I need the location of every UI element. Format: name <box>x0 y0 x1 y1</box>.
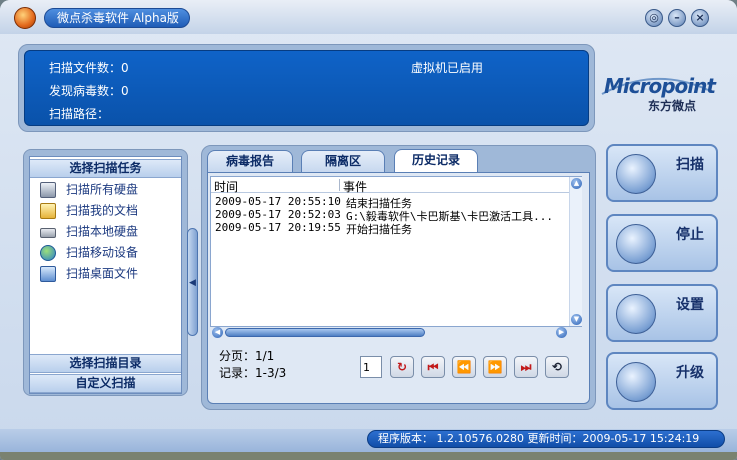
vertical-scrollbar[interactable]: ▲ ▼ <box>569 177 582 326</box>
task-scan-my-documents[interactable]: 扫描我的文档 <box>40 200 138 220</box>
column-header-event[interactable]: 事件 <box>343 178 367 195</box>
stop-button-label: 停止 <box>676 227 704 243</box>
tab-history[interactable]: 历史记录 <box>394 149 478 173</box>
magnifier-icon <box>616 154 656 194</box>
task-section-header[interactable]: 选择扫描任务 <box>30 159 181 178</box>
dir-section-header[interactable]: 选择扫描目录 <box>30 354 181 373</box>
first-page-icon[interactable]: ⏮ <box>421 356 445 378</box>
prev-page-icon[interactable]: ⏪ <box>452 356 476 378</box>
history-list-header: 时间 事件 <box>211 177 569 195</box>
gear-icon <box>616 294 656 334</box>
scroll-down-icon[interactable]: ▼ <box>571 314 582 325</box>
page-indicator: 分页：1/1 <box>219 349 275 363</box>
stop-icon <box>616 224 656 264</box>
vm-status: 虚拟机已启用 <box>411 61 484 75</box>
close-icon[interactable]: × <box>691 9 709 27</box>
settings-button-label: 设置 <box>676 297 704 313</box>
status-header: 扫描文件数：0 发现病毒数：0 扫描路径： 虚拟机已启用 <box>24 50 589 126</box>
desktop-icon <box>40 265 56 282</box>
app-logo-icon[interactable] <box>14 7 36 29</box>
task-panel: 选择扫描任务 扫描所有硬盘 扫描我的文档 扫描本地硬盘 扫描移动设备 扫描桌面文… <box>29 156 182 394</box>
minimize-icon[interactable]: – <box>668 9 686 27</box>
page-number-input[interactable] <box>360 356 382 378</box>
scanned-files-count: 扫描文件数：0 <box>49 61 129 75</box>
scroll-up-icon[interactable]: ▲ <box>571 178 582 189</box>
column-header-time[interactable]: 时间 <box>214 178 238 195</box>
stop-button[interactable]: 停止 <box>606 214 718 272</box>
panel-collapse-handle[interactable]: ◀ <box>187 228 198 336</box>
settings-button[interactable]: 设置 <box>606 284 718 342</box>
task-scan-local-disk[interactable]: 扫描本地硬盘 <box>40 221 138 241</box>
logo-subtext: 东方微点 <box>648 99 697 113</box>
task-scan-all-disks[interactable]: 扫描所有硬盘 <box>40 179 138 199</box>
tab-virus-report[interactable]: 病毒报告 <box>207 150 293 172</box>
reset-icon[interactable]: ⟲ <box>545 356 569 378</box>
horizontal-scrollbar[interactable]: ◀ ▶ <box>211 326 569 339</box>
history-list[interactable]: 时间 事件 2009-05-17 20:55:10 结束扫描任务 2009-05… <box>210 176 582 338</box>
last-page-icon[interactable]: ⏭ <box>514 356 538 378</box>
app-window: 微点杀毒软件 Alpha版 ◎ – × 扫描文件数：0 发现病毒数：0 扫描路径… <box>0 0 737 460</box>
pc-icon <box>40 181 56 198</box>
record-indicator: 记录：1-3/3 <box>219 366 287 380</box>
scroll-right-icon[interactable]: ▶ <box>556 327 567 338</box>
upgrade-button[interactable]: 升级 <box>606 352 718 410</box>
upgrade-arrow-icon <box>616 362 656 402</box>
custom-scan-header[interactable]: 自定义扫描 <box>30 374 181 393</box>
brand-logo: Micropoint 东方微点 <box>600 72 716 116</box>
horizontal-scroll-thumb[interactable] <box>225 328 425 337</box>
refresh-icon[interactable]: ↻ <box>390 356 414 378</box>
globe-icon <box>40 244 56 261</box>
found-virus-count: 发现病毒数：0 <box>49 84 129 98</box>
version-info: 程序版本： 1.2.10576.0280 更新时间：2009-05-17 15:… <box>367 430 725 448</box>
column-divider[interactable] <box>339 179 340 191</box>
upgrade-button-label: 升级 <box>676 365 704 381</box>
scan-button[interactable]: 扫描 <box>606 144 718 202</box>
logo-text: Micropoint <box>604 74 716 98</box>
scan-path: 扫描路径： <box>49 107 110 121</box>
task-scan-removable[interactable]: 扫描移动设备 <box>40 242 138 262</box>
hard-disk-icon <box>40 228 56 238</box>
tab-quarantine[interactable]: 隔离区 <box>301 150 385 172</box>
scroll-left-icon[interactable]: ◀ <box>212 327 223 338</box>
options-icon[interactable]: ◎ <box>645 9 663 27</box>
desktop-background <box>0 452 737 460</box>
scan-button-label: 扫描 <box>676 157 704 173</box>
folder-icon <box>40 202 56 219</box>
window-title: 微点杀毒软件 Alpha版 <box>44 8 190 28</box>
next-page-icon[interactable]: ⏩ <box>483 356 507 378</box>
task-scan-desktop[interactable]: 扫描桌面文件 <box>40 263 138 283</box>
